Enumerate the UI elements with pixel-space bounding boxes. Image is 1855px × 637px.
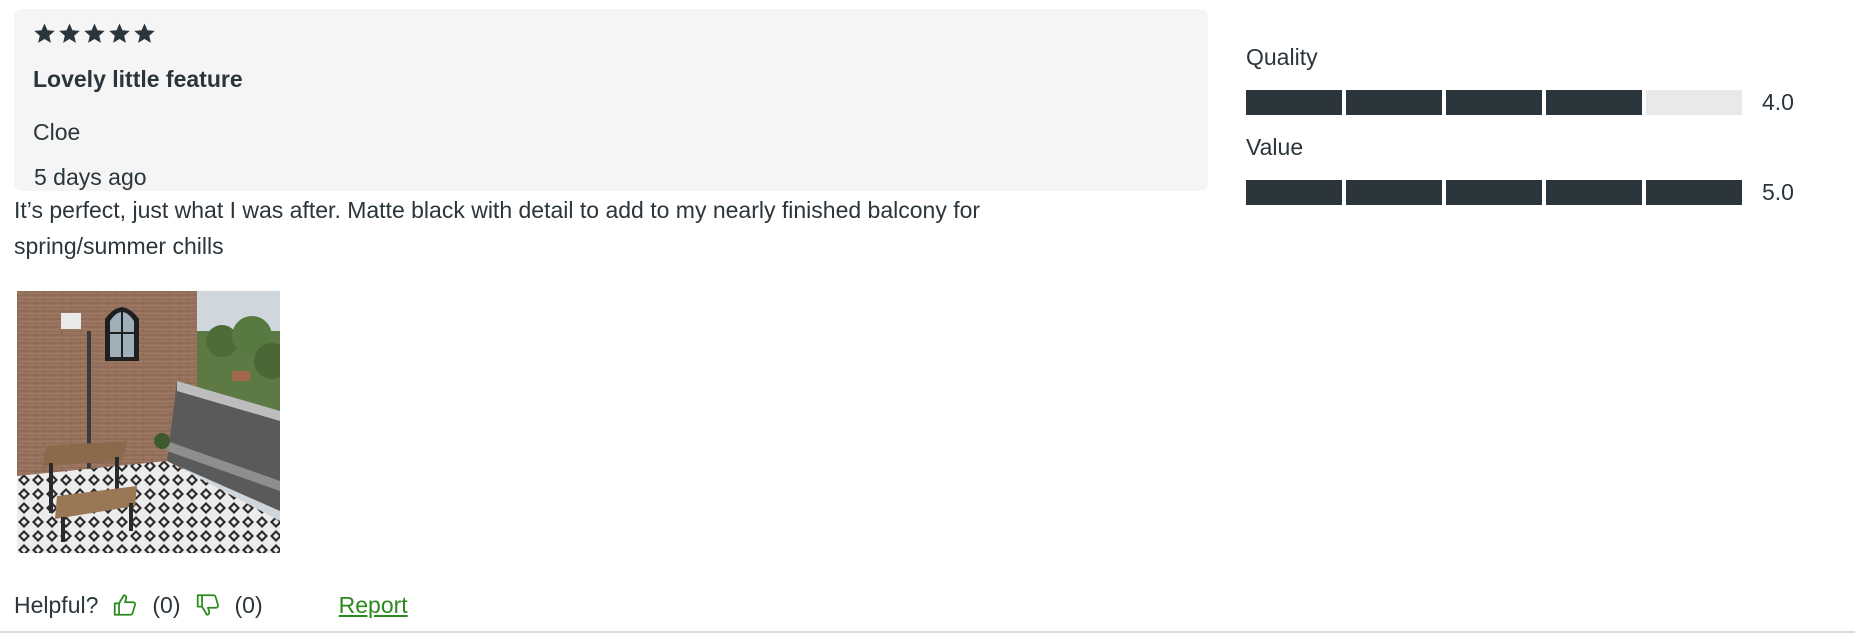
thumbs-down-icon	[196, 594, 219, 616]
rating-segment	[1346, 180, 1442, 205]
rating-quality: Quality 4.0	[1246, 42, 1826, 115]
rating-segment	[1246, 180, 1342, 205]
star-icon	[59, 23, 80, 43]
rating-bar	[1246, 180, 1742, 205]
rating-segment	[1646, 90, 1742, 115]
rating-label: Value	[1246, 134, 1304, 160]
rating-segment	[1646, 180, 1742, 205]
rating-bar	[1246, 90, 1742, 115]
review-header: Lovely little feature Cloe 5 days ago	[14, 9, 1208, 191]
review-title: Lovely little feature	[33, 66, 243, 92]
thumbs-up-button[interactable]	[112, 591, 138, 619]
rating-label: Quality	[1246, 44, 1318, 70]
report-link[interactable]: Report	[339, 592, 408, 619]
review-author: Cloe	[33, 119, 81, 145]
thumbs-down-button[interactable]	[195, 591, 221, 619]
thumbs-up-icon	[114, 594, 137, 616]
rating-value: 4.0	[1762, 89, 1794, 115]
review-photo[interactable]	[17, 291, 280, 553]
bottom-divider	[0, 631, 1855, 633]
rating-segment	[1446, 180, 1542, 205]
rating-segment	[1346, 90, 1442, 115]
star-rating	[33, 22, 156, 45]
rating-segment	[1546, 90, 1642, 115]
star-icon	[109, 23, 130, 43]
helpful-label: Helpful?	[14, 591, 99, 618]
rating-segment	[1546, 180, 1642, 205]
star-icon	[134, 23, 155, 43]
rating-value-block: Value 5.0	[1246, 132, 1826, 205]
rating-value: 5.0	[1762, 179, 1794, 205]
review-date: 5 days ago	[34, 164, 147, 190]
review-body: It’s perfect, just what I was after. Mat…	[14, 197, 981, 259]
rating-segment	[1446, 90, 1542, 115]
star-icon	[84, 23, 105, 43]
helpful-up-count: (0)	[152, 591, 181, 618]
rating-segment	[1246, 90, 1342, 115]
helpful-down-count: (0)	[234, 591, 263, 618]
helpful-row: Helpful? (0) (0) Report	[14, 588, 408, 622]
star-icon	[34, 23, 55, 43]
